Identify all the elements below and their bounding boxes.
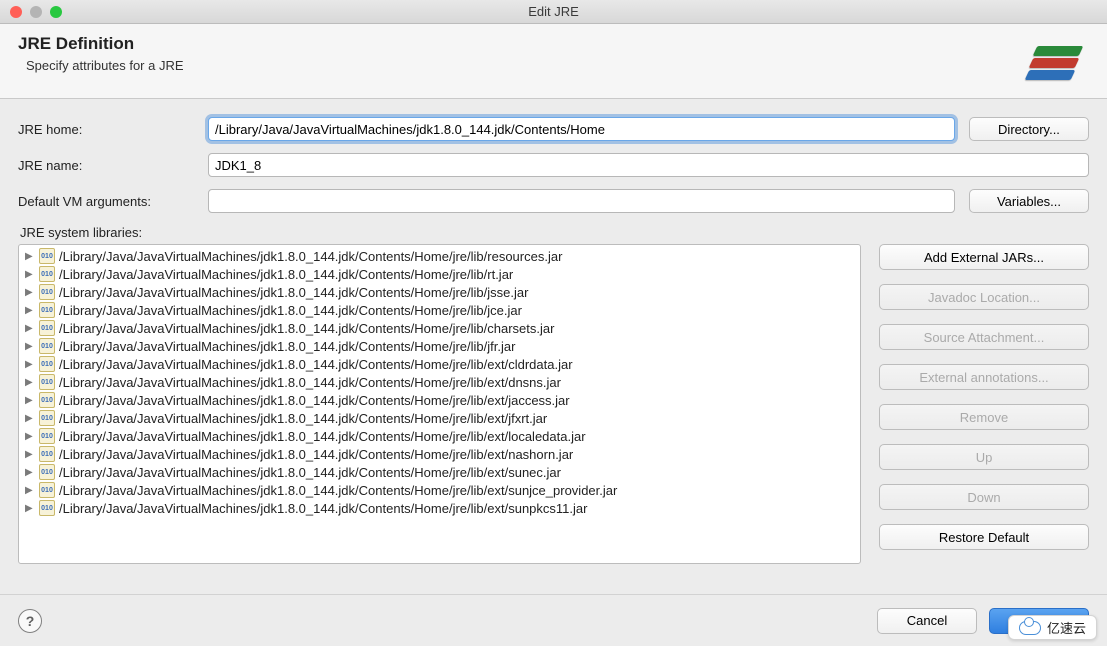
library-path: /Library/Java/JavaVirtualMachines/jdk1.8… [59, 357, 573, 372]
library-path: /Library/Java/JavaVirtualMachines/jdk1.8… [59, 303, 522, 318]
jar-icon: 010 [39, 392, 55, 408]
library-item[interactable]: ▶ 010/Library/Java/JavaVirtualMachines/jd… [19, 481, 860, 499]
page-subtitle: Specify attributes for a JRE [18, 58, 184, 73]
library-item[interactable]: ▶ 010/Library/Java/JavaVirtualMachines/jd… [19, 337, 860, 355]
add-external-jars-button[interactable]: Add External JARs... [879, 244, 1089, 270]
jar-icon: 010 [39, 500, 55, 516]
disclosure-triangle-icon[interactable]: ▶ [25, 431, 35, 442]
dialog-footer: ? Cancel F [0, 594, 1107, 646]
disclosure-triangle-icon[interactable]: ▶ [25, 287, 35, 298]
disclosure-triangle-icon[interactable]: ▶ [25, 413, 35, 424]
library-item[interactable]: ▶ 010/Library/Java/JavaVirtualMachines/jd… [19, 409, 860, 427]
disclosure-triangle-icon[interactable]: ▶ [25, 503, 35, 514]
directory-button[interactable]: Directory... [969, 117, 1089, 141]
jar-icon: 010 [39, 266, 55, 282]
jar-icon: 010 [39, 446, 55, 462]
jar-icon: 010 [39, 338, 55, 354]
library-path: /Library/Java/JavaVirtualMachines/jdk1.8… [59, 393, 570, 408]
jar-icon: 010 [39, 428, 55, 444]
library-path: /Library/Java/JavaVirtualMachines/jdk1.8… [59, 285, 528, 300]
library-item[interactable]: ▶ 010/Library/Java/JavaVirtualMachines/jd… [19, 391, 860, 409]
disclosure-triangle-icon[interactable]: ▶ [25, 269, 35, 280]
vm-arguments-input[interactable] [208, 189, 955, 213]
library-item[interactable]: ▶ 010/Library/Java/JavaVirtualMachines/jd… [19, 463, 860, 481]
library-path: /Library/Java/JavaVirtualMachines/jdk1.8… [59, 465, 561, 480]
disclosure-triangle-icon[interactable]: ▶ [25, 377, 35, 388]
jar-icon: 010 [39, 482, 55, 498]
library-path: /Library/Java/JavaVirtualMachines/jdk1.8… [59, 501, 587, 516]
jar-icon: 010 [39, 284, 55, 300]
jre-name-input[interactable] [208, 153, 1089, 177]
system-libraries-label: JRE system libraries: [18, 225, 1089, 240]
library-item[interactable]: ▶ 010/Library/Java/JavaVirtualMachines/jd… [19, 499, 860, 517]
javadoc-location-button: Javadoc Location... [879, 284, 1089, 310]
watermark-text: 亿速云 [1047, 618, 1086, 637]
cloud-icon [1019, 621, 1041, 635]
variables-button[interactable]: Variables... [969, 189, 1089, 213]
disclosure-triangle-icon[interactable]: ▶ [25, 251, 35, 262]
library-path: /Library/Java/JavaVirtualMachines/jdk1.8… [59, 339, 515, 354]
library-path: /Library/Java/JavaVirtualMachines/jdk1.8… [59, 375, 561, 390]
up-button: Up [879, 444, 1089, 470]
library-item[interactable]: ▶ 010/Library/Java/JavaVirtualMachines/jd… [19, 265, 860, 283]
disclosure-triangle-icon[interactable]: ▶ [25, 395, 35, 406]
books-icon [1019, 34, 1089, 84]
jar-icon: 010 [39, 320, 55, 336]
disclosure-triangle-icon[interactable]: ▶ [25, 323, 35, 334]
restore-default-button[interactable]: Restore Default [879, 524, 1089, 550]
disclosure-triangle-icon[interactable]: ▶ [25, 485, 35, 496]
system-libraries-list[interactable]: ▶ 010/Library/Java/JavaVirtualMachines/jd… [18, 244, 861, 564]
dialog-header: JRE Definition Specify attributes for a … [0, 24, 1107, 99]
vm-arguments-label: Default VM arguments: [18, 194, 208, 209]
library-path: /Library/Java/JavaVirtualMachines/jdk1.8… [59, 447, 573, 462]
source-attachment-button: Source Attachment... [879, 324, 1089, 350]
library-path: /Library/Java/JavaVirtualMachines/jdk1.8… [59, 411, 547, 426]
titlebar: Edit JRE [0, 0, 1107, 24]
down-button: Down [879, 484, 1089, 510]
library-item[interactable]: ▶ 010/Library/Java/JavaVirtualMachines/jd… [19, 373, 860, 391]
library-item[interactable]: ▶ 010/Library/Java/JavaVirtualMachines/jd… [19, 445, 860, 463]
library-item[interactable]: ▶ 010/Library/Java/JavaVirtualMachines/jd… [19, 319, 860, 337]
disclosure-triangle-icon[interactable]: ▶ [25, 449, 35, 460]
disclosure-triangle-icon[interactable]: ▶ [25, 467, 35, 478]
disclosure-triangle-icon[interactable]: ▶ [25, 341, 35, 352]
jre-home-input[interactable] [208, 117, 955, 141]
disclosure-triangle-icon[interactable]: ▶ [25, 305, 35, 316]
library-path: /Library/Java/JavaVirtualMachines/jdk1.8… [59, 249, 562, 264]
jar-icon: 010 [39, 464, 55, 480]
remove-button: Remove [879, 404, 1089, 430]
jar-icon: 010 [39, 248, 55, 264]
library-item[interactable]: ▶ 010/Library/Java/JavaVirtualMachines/jd… [19, 427, 860, 445]
library-path: /Library/Java/JavaVirtualMachines/jdk1.8… [59, 483, 617, 498]
jar-icon: 010 [39, 302, 55, 318]
library-item[interactable]: ▶ 010/Library/Java/JavaVirtualMachines/jd… [19, 301, 860, 319]
jar-icon: 010 [39, 374, 55, 390]
library-item[interactable]: ▶ 010/Library/Java/JavaVirtualMachines/jd… [19, 355, 860, 373]
page-title: JRE Definition [18, 34, 184, 54]
jre-home-label: JRE home: [18, 122, 208, 137]
form-area: JRE home: Directory... JRE name: Default… [0, 99, 1107, 564]
jar-icon: 010 [39, 356, 55, 372]
window-title: Edit JRE [0, 4, 1107, 19]
library-path: /Library/Java/JavaVirtualMachines/jdk1.8… [59, 429, 586, 444]
library-path: /Library/Java/JavaVirtualMachines/jdk1.8… [59, 267, 513, 282]
library-path: /Library/Java/JavaVirtualMachines/jdk1.8… [59, 321, 554, 336]
library-item[interactable]: ▶ 010/Library/Java/JavaVirtualMachines/jd… [19, 247, 860, 265]
cancel-button[interactable]: Cancel [877, 608, 977, 634]
jre-name-label: JRE name: [18, 158, 208, 173]
help-icon[interactable]: ? [18, 609, 42, 633]
jar-icon: 010 [39, 410, 55, 426]
disclosure-triangle-icon[interactable]: ▶ [25, 359, 35, 370]
external-annotations-button: External annotations... [879, 364, 1089, 390]
watermark-badge: 亿速云 [1008, 615, 1097, 640]
library-item[interactable]: ▶ 010/Library/Java/JavaVirtualMachines/jd… [19, 283, 860, 301]
